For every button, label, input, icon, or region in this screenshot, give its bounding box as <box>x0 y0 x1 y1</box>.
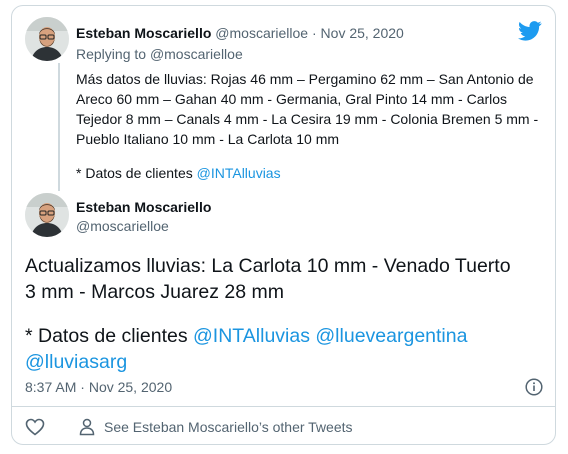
display-name[interactable]: Esteban Moscariello <box>76 199 211 215</box>
tweet-embed-card: Esteban Moscariello @moscarielloe · Nov … <box>11 5 556 445</box>
mention-link[interactable]: @INTAlluvias <box>197 165 281 181</box>
avatar[interactable] <box>25 17 69 61</box>
mention-link[interactable]: @lluviasarg <box>25 351 127 373</box>
main-tweet-text: Actualizamos lluvias: La Carlota 10 mm -… <box>25 255 511 303</box>
main-tweet-footnote: * Datos de clientes @INTAlluvias @llueve… <box>25 323 525 375</box>
reply-tweet-footnote: * Datos de clientes @INTAlluvias <box>76 163 281 183</box>
mention-link[interactable]: @INTAlluvias <box>193 325 310 347</box>
footnote-text: * Datos de clientes <box>25 325 188 347</box>
other-tweets-link[interactable]: See Esteban Moscariello’s other Tweets <box>78 416 353 438</box>
replying-to-label: Replying to <box>76 46 147 62</box>
reply-tweet-header: Esteban Moscariello @moscarielloe · Nov … <box>76 23 404 43</box>
heart-icon[interactable] <box>24 416 46 438</box>
avatar-photo <box>25 17 69 61</box>
separator: · <box>311 25 317 41</box>
replying-to: Replying to @moscarielloe <box>76 44 243 64</box>
separator: · <box>80 379 85 395</box>
thread-line <box>58 63 60 191</box>
footer-divider <box>12 406 555 407</box>
avatar[interactable] <box>25 193 69 237</box>
other-tweets-label: See Esteban Moscariello’s other Tweets <box>104 419 353 435</box>
tweet-date: Nov 25, 2020 <box>88 379 173 395</box>
display-name[interactable]: Esteban Moscariello <box>76 25 211 41</box>
tweet-time: 8:37 AM <box>25 379 77 395</box>
reply-tweet-text: Más datos de lluvias: Rojas 46 mm – Perg… <box>76 71 539 147</box>
footnote-text: * Datos de clientes <box>76 165 193 181</box>
replying-to-handle[interactable]: @moscarielloe <box>150 46 243 62</box>
info-icon[interactable] <box>522 375 546 399</box>
mention-link[interactable]: @llueveargentina <box>315 325 467 347</box>
handle[interactable]: @moscarielloe <box>215 25 308 41</box>
person-icon <box>78 417 96 437</box>
tweet-timestamp[interactable]: 8:37 AM · Nov 25, 2020 <box>25 377 172 397</box>
handle[interactable]: @moscarielloe <box>76 216 169 236</box>
avatar-photo <box>25 193 69 237</box>
tweet-date[interactable]: Nov 25, 2020 <box>321 25 404 41</box>
twitter-bird-icon[interactable] <box>517 20 543 42</box>
